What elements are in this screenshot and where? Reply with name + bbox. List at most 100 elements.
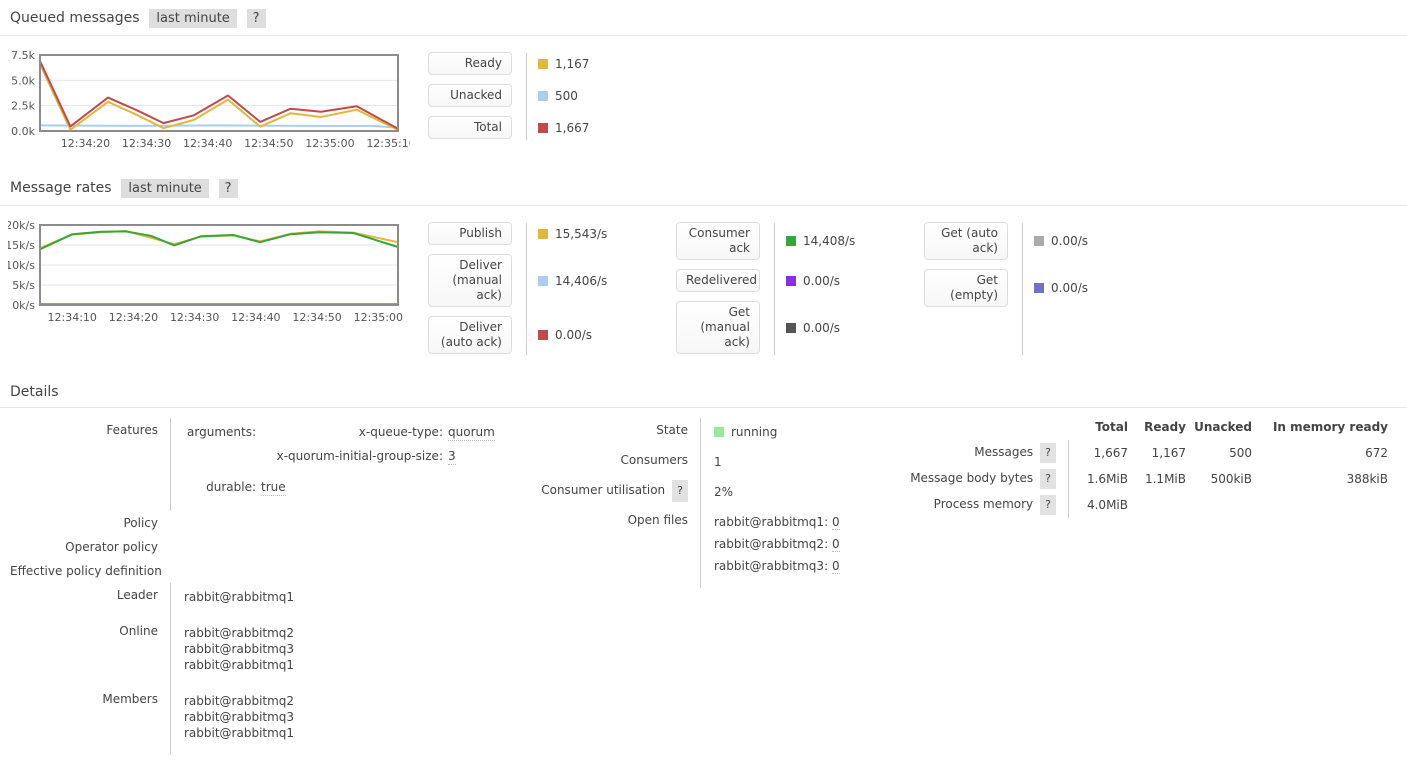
help-icon[interactable]: ?	[219, 179, 238, 198]
svg-text:0.0k: 0.0k	[11, 125, 35, 138]
operator-policy-label: Operator policy	[10, 535, 170, 559]
process-memory-total: 4.0MiB	[1068, 492, 1130, 518]
series-toggle-unacked[interactable]: Unacked	[428, 84, 512, 107]
arguments-key: arguments:	[184, 424, 256, 472]
details-section: Details Features arguments: x-queue-type…	[0, 375, 1407, 765]
message-rates-header: Message rates last minute ?	[0, 170, 1407, 206]
get-empty-color-swatch	[1034, 283, 1044, 293]
range-selector-tab[interactable]: last minute	[149, 9, 236, 28]
body-bytes-total: 1.6MiB	[1068, 466, 1130, 492]
svg-text:12:34:30: 12:34:30	[122, 137, 171, 150]
details-stats-table: Total Ready Unacked In memory ready Mess…	[910, 418, 1390, 518]
online-node: rabbit@rabbitmq1	[184, 657, 520, 679]
state-label: State	[520, 418, 700, 448]
series-toggle-deliver-manual-ack[interactable]: Deliver (manual ack)	[428, 254, 512, 307]
details-state-table: State running Consumers 1 Consumer utili…	[520, 418, 910, 588]
queued-legend: Ready 1,167 Unacked 500 Total 1,667	[428, 49, 658, 148]
process-memory-unacked	[1188, 492, 1254, 518]
consumer-utilisation-text: Consumer utilisation	[541, 483, 665, 497]
get-auto-value: 0.00/s	[1051, 234, 1088, 248]
total-color-swatch	[538, 123, 548, 133]
messages-row-label: Messages?	[910, 440, 1068, 466]
svg-text:10k/s: 10k/s	[8, 259, 35, 272]
policy-label: Policy	[10, 511, 170, 535]
open-files-label: Open files	[520, 508, 700, 588]
messages-ready: 1,167	[1130, 440, 1188, 466]
messages-in-memory-ready: 672	[1254, 440, 1390, 466]
legend-row-get-manual: Get (manual ack) 0.00/s	[676, 301, 906, 354]
series-toggle-publish[interactable]: Publish	[428, 222, 512, 245]
open-files-count: 0	[832, 515, 840, 530]
help-icon[interactable]: ?	[672, 480, 688, 502]
help-icon[interactable]: ?	[1040, 495, 1056, 515]
details-header: Details	[0, 375, 1407, 408]
help-icon[interactable]: ?	[247, 9, 266, 28]
consumer-ack-color-swatch	[786, 236, 796, 246]
range-selector-tab[interactable]: last minute	[121, 179, 208, 198]
process-memory-ready	[1130, 492, 1188, 518]
members-value: rabbit@rabbitmq2 rabbit@rabbitmq3 rabbit…	[170, 687, 520, 755]
open-files-node: rabbit@rabbitmq1:	[714, 515, 828, 529]
series-toggle-redelivered[interactable]: Redelivered	[676, 269, 760, 292]
redelivered-value: 0.00/s	[803, 274, 840, 288]
series-toggle-get-auto-ack[interactable]: Get (auto ack)	[924, 222, 1008, 260]
features-label: Features	[10, 418, 170, 511]
series-toggle-ready[interactable]: Ready	[428, 52, 512, 75]
series-toggle-get-empty[interactable]: Get (empty)	[924, 269, 1008, 307]
deliver-auto-color-swatch	[538, 330, 548, 340]
svg-text:12:34:30: 12:34:30	[170, 311, 219, 324]
legend-divider	[1022, 223, 1023, 355]
series-toggle-consumer-ack[interactable]: Consumer ack	[676, 222, 760, 260]
legend-row-ready: Ready 1,167	[428, 52, 658, 75]
legend-row-consumer-ack: Consumer ack 14,408/s	[676, 222, 906, 260]
section-title: Queued messages	[10, 10, 140, 26]
online-node: rabbit@rabbitmq3	[184, 641, 520, 657]
stats-col-total: Total	[1068, 418, 1130, 440]
legend-row-get-empty: Get (empty) 0.00/s	[924, 269, 1154, 307]
process-memory-in-memory-ready	[1254, 492, 1390, 518]
consumer-utilisation-value: 2%	[700, 478, 910, 508]
ready-color-swatch	[538, 59, 548, 69]
stats-col-in-memory-ready: In memory ready	[1254, 418, 1390, 440]
arg-key-x-queue-type: x-queue-type:	[261, 424, 443, 441]
online-value: rabbit@rabbitmq2 rabbit@rabbitmq3 rabbit…	[170, 619, 520, 687]
stats-corner	[910, 418, 1068, 440]
effective-policy-definition-value	[170, 559, 520, 583]
svg-text:2.5k: 2.5k	[11, 100, 35, 113]
consumers-value: 1	[700, 448, 910, 478]
svg-text:12:34:40: 12:34:40	[183, 137, 232, 150]
series-toggle-deliver-auto-ack[interactable]: Deliver (auto ack)	[428, 316, 512, 354]
stats-col-unacked: Unacked	[1188, 418, 1254, 440]
message-rates-chart: 0k/s5k/s10k/s15k/s20k/s12:34:1012:34:201…	[8, 219, 410, 332]
svg-text:7.5k: 7.5k	[11, 49, 35, 62]
svg-text:5k/s: 5k/s	[12, 279, 35, 292]
arg-value-x-quorum-initial-group-size: 3	[448, 448, 456, 465]
legend-row-publish: Publish 15,543/s	[428, 222, 658, 245]
total-value: 1,667	[555, 121, 589, 135]
series-toggle-get-manual-ack[interactable]: Get (manual ack)	[676, 301, 760, 354]
legend-row-deliver-auto: Deliver (auto ack) 0.00/s	[428, 316, 658, 354]
publish-value: 15,543/s	[555, 227, 607, 241]
unacked-value: 500	[555, 89, 578, 103]
open-files-count: 0	[832, 537, 840, 552]
durable-key: durable:	[184, 479, 256, 496]
message-rates-section: Message rates last minute ? 0k/s5k/s10k/…	[0, 170, 1407, 375]
svg-text:12:35:00: 12:35:00	[305, 137, 354, 150]
messages-unacked: 500	[1188, 440, 1254, 466]
queued-messages-chart: 0.0k2.5k5.0k7.5k12:34:2012:34:3012:34:40…	[8, 49, 410, 158]
rates-legend-group-1: Publish 15,543/s Deliver (manual ack) 14…	[428, 219, 658, 363]
queued-messages-header: Queued messages last minute ?	[0, 0, 1407, 36]
series-toggle-total[interactable]: Total	[428, 116, 512, 139]
member-node: rabbit@rabbitmq1	[184, 725, 520, 747]
legend-row-deliver-manual: Deliver (manual ack) 14,406/s	[428, 254, 658, 307]
svg-text:12:34:10: 12:34:10	[48, 311, 97, 324]
get-auto-color-swatch	[1034, 236, 1044, 246]
leader-value: rabbit@rabbitmq1	[170, 583, 520, 619]
operator-policy-value	[170, 535, 520, 559]
svg-text:12:34:50: 12:34:50	[244, 137, 293, 150]
publish-color-swatch	[538, 229, 548, 239]
help-icon[interactable]: ?	[1040, 443, 1056, 463]
online-label: Online	[10, 619, 170, 687]
state-running-indicator	[714, 427, 724, 437]
help-icon[interactable]: ?	[1040, 469, 1056, 489]
